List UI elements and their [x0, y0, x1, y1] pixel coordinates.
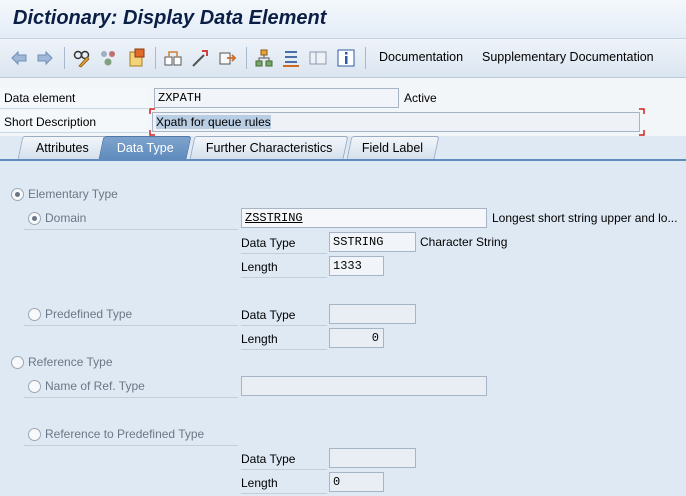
- predefined-data-type-label: Data Type: [241, 304, 327, 326]
- tab-further-characteristics-label: Further Characteristics: [205, 141, 333, 155]
- back-arrow-icon[interactable]: [9, 48, 29, 68]
- toolbar-separator: [64, 47, 65, 69]
- forward-arrow-icon[interactable]: [35, 48, 55, 68]
- domain-field[interactable]: ZSSTRING: [241, 208, 487, 228]
- supplementary-documentation-button[interactable]: Supplementary Documentation: [482, 50, 654, 64]
- predefined-data-type-field[interactable]: [329, 304, 416, 324]
- elementary-type-label: Elementary Type: [28, 187, 118, 201]
- tab-field-label[interactable]: Field Label: [346, 136, 440, 159]
- data-element-label: Data element: [0, 87, 148, 109]
- list-icon[interactable]: [281, 48, 301, 68]
- domain-description: Longest short string upper and lo...: [492, 211, 678, 225]
- predefined-type-radio[interactable]: [28, 308, 41, 321]
- domain-label: Domain: [45, 211, 87, 225]
- ref-predef-row-underline: [24, 445, 238, 446]
- tab-data-type[interactable]: Data Type: [98, 136, 192, 159]
- layout-icon[interactable]: [308, 48, 328, 68]
- reference-type-radio[interactable]: [11, 356, 24, 369]
- toolbar-separator: [155, 47, 156, 69]
- data-type-description: Character String: [420, 235, 508, 249]
- where-used-icon[interactable]: [190, 48, 210, 68]
- tab-strip: Attributes Data Type Further Characteris…: [0, 136, 686, 160]
- ref-data-type-field[interactable]: [329, 448, 416, 468]
- data-type-field: SSTRING: [329, 232, 416, 252]
- tab-field-label-label: Field Label: [362, 141, 424, 155]
- reference-to-predefined-type-radio[interactable]: [28, 428, 41, 441]
- tab-underline: [0, 159, 686, 161]
- length-label: Length: [241, 256, 327, 278]
- check-icon[interactable]: [163, 48, 183, 68]
- toolbar-separator: [246, 47, 247, 69]
- predefined-length-field[interactable]: 0: [329, 328, 384, 348]
- ref-data-type-label: Data Type: [241, 448, 327, 470]
- data-element-field[interactable]: ZXPATH: [154, 88, 399, 108]
- domain-row-underline: [24, 229, 238, 230]
- window-title: Dictionary: Display Data Element: [13, 7, 327, 29]
- ref-length-field[interactable]: 0: [329, 472, 384, 492]
- other-object-icon[interactable]: [98, 48, 118, 68]
- reference-type-label: Reference Type: [28, 355, 113, 369]
- ref-length-label: Length: [241, 472, 327, 494]
- info-icon[interactable]: [336, 48, 356, 68]
- application-toolbar: Documentation Supplementary Documentatio…: [0, 39, 686, 78]
- hierarchy-icon[interactable]: [254, 48, 274, 68]
- short-description-label: Short Description: [0, 111, 148, 133]
- ref-name-row-underline: [24, 397, 238, 398]
- ref-type-name-field[interactable]: [241, 376, 487, 396]
- reference-to-predefined-type-label: Reference to Predefined Type: [45, 427, 205, 441]
- selection-corner-marks: [149, 108, 645, 136]
- predefined-row-underline: [24, 325, 238, 326]
- name-of-ref-type-label: Name of Ref. Type: [45, 379, 145, 393]
- display-change-icon[interactable]: [72, 48, 92, 68]
- activate-icon[interactable]: [126, 48, 146, 68]
- tab-data-type-label: Data Type: [116, 141, 174, 155]
- toolbar-separator: [365, 47, 366, 69]
- data-type-label: Data Type: [241, 232, 327, 254]
- domain-radio[interactable]: [28, 212, 41, 225]
- length-field: 1333: [329, 256, 384, 276]
- documentation-button[interactable]: Documentation: [379, 50, 463, 64]
- navigate-icon[interactable]: [217, 48, 237, 68]
- status-text: Active: [404, 91, 437, 105]
- tab-attributes-label: Attributes: [35, 141, 89, 155]
- predefined-type-label: Predefined Type: [45, 307, 133, 321]
- tab-attributes[interactable]: Attributes: [17, 136, 107, 159]
- title-bar: Dictionary: Display Data Element: [0, 0, 686, 39]
- predefined-length-label: Length: [241, 328, 327, 350]
- tab-further-characteristics[interactable]: Further Characteristics: [189, 136, 349, 159]
- elementary-type-radio[interactable]: [11, 188, 24, 201]
- name-of-ref-type-radio[interactable]: [28, 380, 41, 393]
